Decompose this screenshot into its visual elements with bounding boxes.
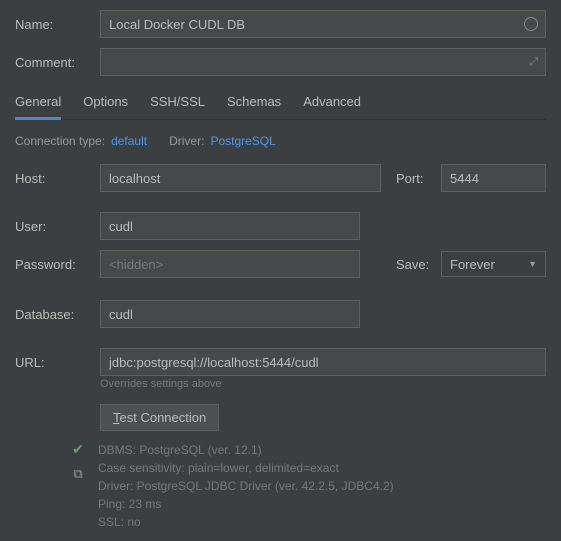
status-dbms: DBMS: PostgreSQL (ver. 12.1) xyxy=(98,441,394,459)
name-input[interactable] xyxy=(100,10,546,38)
save-select[interactable]: Forever ▼ xyxy=(441,251,546,277)
chevron-down-icon: ▼ xyxy=(528,259,537,269)
connection-type-link[interactable]: default xyxy=(111,134,147,148)
url-input[interactable] xyxy=(100,348,546,376)
driver-link[interactable]: PostgreSQL xyxy=(210,134,275,148)
test-connection-button[interactable]: Test Connection xyxy=(100,404,219,431)
success-icon: ✔ xyxy=(72,441,84,458)
expand-icon[interactable]: ⤢ xyxy=(529,56,538,69)
connection-type-label: Connection type: xyxy=(15,134,105,148)
comment-label: Comment: xyxy=(15,55,100,70)
database-label: Database: xyxy=(15,307,100,322)
status-driver: Driver: PostgreSQL JDBC Driver (ver. 42.… xyxy=(98,477,394,495)
status-case: Case sensitivity: plain=lower, delimited… xyxy=(98,459,394,477)
tab-options[interactable]: Options xyxy=(83,86,128,120)
port-label: Port: xyxy=(396,171,441,186)
tab-sshssl[interactable]: SSH/SSL xyxy=(150,86,205,120)
status-ping: Ping: 23 ms xyxy=(98,495,394,513)
driver-label: Driver: xyxy=(169,134,204,148)
tab-advanced[interactable]: Advanced xyxy=(303,86,361,120)
host-label: Host: xyxy=(15,171,100,186)
color-chooser-icon[interactable] xyxy=(524,17,538,31)
name-label: Name: xyxy=(15,17,100,32)
status-ssl: SSL: no xyxy=(98,513,394,531)
tab-general[interactable]: General xyxy=(15,86,61,120)
user-label: User: xyxy=(15,219,100,234)
connection-status: DBMS: PostgreSQL (ver. 12.1) Case sensit… xyxy=(98,441,394,531)
copy-icon[interactable]: ⧉ xyxy=(73,466,82,482)
port-input[interactable] xyxy=(441,164,546,192)
url-hint: Overrides settings above xyxy=(100,378,546,390)
save-select-value: Forever xyxy=(450,257,495,272)
user-input[interactable] xyxy=(100,212,360,240)
url-label: URL: xyxy=(15,355,100,370)
comment-input[interactable] xyxy=(100,48,546,76)
password-label: Password: xyxy=(15,257,100,272)
tab-bar: General Options SSH/SSL Schemas Advanced xyxy=(15,86,546,120)
database-input[interactable] xyxy=(100,300,360,328)
test-connection-rest: est Connection xyxy=(120,410,207,425)
save-label: Save: xyxy=(396,257,441,272)
host-input[interactable] xyxy=(100,164,381,192)
password-input[interactable] xyxy=(100,250,360,278)
tab-schemas[interactable]: Schemas xyxy=(227,86,281,120)
